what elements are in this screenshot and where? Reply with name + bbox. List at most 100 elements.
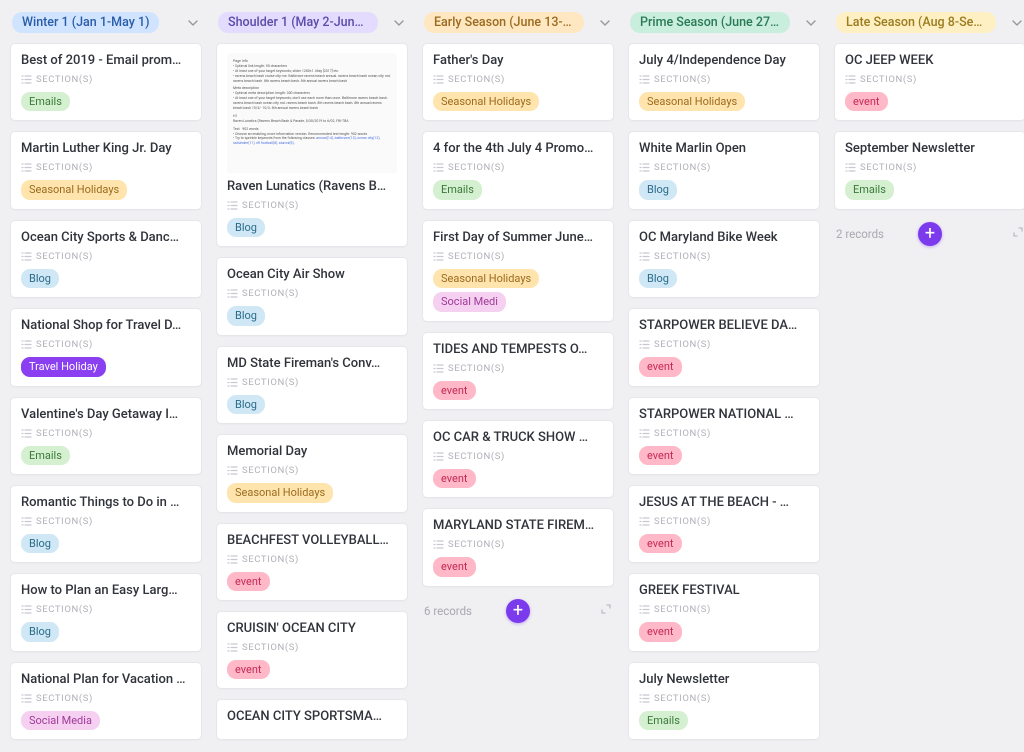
card-title: Memorial Day [227,444,397,459]
card[interactable]: Romantic Things to Do in …SECTION(S)Blog [10,485,202,563]
sections-label: SECTION(S) [639,693,809,704]
tag[interactable]: Blog [21,622,59,641]
card[interactable]: National Plan for Vacation …SECTION(S)So… [10,662,202,740]
tag[interactable]: Emails [21,92,70,111]
card[interactable]: National Shop for Travel D…SECTION(S)Tra… [10,308,202,386]
card[interactable]: OC CAR & TRUCK SHOW …SECTION(S)event [422,420,614,498]
column-title[interactable]: Winter 1 (Jan 1-May 1) [12,12,159,33]
card[interactable]: Page Info• Optimal link length: 55 chara… [216,43,408,247]
column-header[interactable]: Early Season (June 13-June… [422,12,614,33]
tag[interactable]: Emails [639,711,688,730]
column-header[interactable]: Late Season (Aug 8-Sept 4) [834,12,1024,33]
expand-icon[interactable] [1012,226,1024,241]
card[interactable]: TIDES AND TEMPESTS O…SECTION(S)event [422,332,614,410]
card-tags: event [639,534,809,553]
tag[interactable]: Blog [639,269,677,288]
list-icon [21,252,32,261]
card[interactable]: MARYLAND STATE FIREM…SECTION(S)event [422,508,614,586]
chevron-down-icon[interactable] [598,16,612,30]
sections-label: SECTION(S) [21,339,191,350]
tag[interactable]: Blog [639,180,677,199]
tag[interactable]: Travel Holiday [21,357,106,376]
card-title: OCEAN CITY SPORTSMA… [227,709,397,724]
card[interactable]: September NewsletterSECTION(S)Emails [834,131,1024,209]
card[interactable]: 4 for the 4th July 4 Promo…SECTION(S)Ema… [422,131,614,209]
tag[interactable]: Social Media [21,711,100,730]
tag[interactable]: event [433,381,476,400]
add-card-button[interactable]: + [506,599,530,623]
column-header[interactable]: Prime Season (June 27-Aug… [628,12,820,33]
tag[interactable]: event [227,572,270,591]
card[interactable]: OC Maryland Bike WeekSECTION(S)Blog [628,220,820,298]
tag[interactable]: Emails [21,446,70,465]
tag[interactable]: event [639,357,682,376]
card[interactable]: How to Plan an Easy Larg…SECTION(S)Blog [10,573,202,651]
card[interactable]: July 4/Independence DaySECTION(S)Seasona… [628,43,820,121]
card-tags: Emails [433,180,603,199]
tag[interactable]: event [639,446,682,465]
tag[interactable]: Emails [845,180,894,199]
sections-label: SECTION(S) [433,251,603,262]
expand-icon[interactable] [600,603,612,618]
list-icon [639,694,650,703]
column-title[interactable]: Prime Season (June 27-Aug… [630,12,790,33]
card[interactable]: Valentine's Day Getaway I…SECTION(S)Emai… [10,397,202,475]
column-title[interactable]: Late Season (Aug 8-Sept 4) [836,12,996,33]
card[interactable]: Father's DaySECTION(S)Seasonal Holidays [422,43,614,121]
tag[interactable]: Seasonal Holidays [639,92,745,111]
column-header[interactable]: Winter 1 (Jan 1-May 1) [10,12,202,33]
card[interactable]: BEACHFEST VOLLEYBALL…SECTION(S)event [216,523,408,601]
card-tags: event [433,469,603,488]
add-card-button[interactable]: + [918,222,942,246]
tag[interactable]: event [433,557,476,576]
tag[interactable]: Blog [227,395,265,414]
chevron-down-icon[interactable] [1010,16,1024,30]
card[interactable]: Martin Luther King Jr. DaySECTION(S)Seas… [10,131,202,209]
chevron-down-icon[interactable] [804,16,818,30]
tag[interactable]: event [639,622,682,641]
column-title[interactable]: Shoulder 1 (May 2-June 12) [218,12,378,33]
tag[interactable]: Blog [227,218,265,237]
tag[interactable]: Blog [227,306,265,325]
card-title: First Day of Summer June… [433,230,603,245]
tag[interactable]: Seasonal Holidays [433,92,539,111]
card[interactable]: GREEK FESTIVALSECTION(S)event [628,573,820,651]
card[interactable]: JESUS AT THE BEACH - …SECTION(S)event [628,485,820,563]
card-tags: Seasonal Holidays [227,483,397,502]
card[interactable]: STARPOWER NATIONAL …SECTION(S)event [628,397,820,475]
list-icon [433,540,444,549]
sections-label: SECTION(S) [21,693,191,704]
card[interactable]: OC JEEP WEEKSECTION(S)event [834,43,1024,121]
card[interactable]: Best of 2019 - Email prom…SECTION(S)Emai… [10,43,202,121]
card[interactable]: MD State Fireman's Conv…SECTION(S)Blog [216,346,408,424]
tag[interactable]: Seasonal Holidays [433,269,539,288]
tag[interactable]: event [227,660,270,679]
tag[interactable]: event [639,534,682,553]
tag[interactable]: Seasonal Holidays [21,180,127,199]
card-title: MARYLAND STATE FIREM… [433,518,603,533]
tag[interactable]: event [845,92,888,111]
card[interactable]: July NewsletterSECTION(S)Emails [628,662,820,740]
card[interactable]: OCEAN CITY SPORTSMA… [216,699,408,740]
chevron-down-icon[interactable] [392,16,406,30]
card[interactable]: CRUISIN' OCEAN CITYSECTION(S)event [216,611,408,689]
tag[interactable]: Blog [21,269,59,288]
tag[interactable]: Seasonal Holidays [227,483,333,502]
chevron-down-icon[interactable] [186,16,200,30]
card[interactable]: Ocean City Sports & Danc…SECTION(S)Blog [10,220,202,298]
tag[interactable]: Emails [433,180,482,199]
tag[interactable]: Blog [21,534,59,553]
list-icon [21,163,32,172]
tag[interactable]: Social Medi [433,292,506,311]
list-icon [639,252,650,261]
card[interactable]: Ocean City Air ShowSECTION(S)Blog [216,257,408,335]
card[interactable]: STARPOWER BELIEVE DA…SECTION(S)event [628,308,820,386]
tag[interactable]: event [433,469,476,488]
card[interactable]: Memorial DaySECTION(S)Seasonal Holidays [216,434,408,512]
column-title[interactable]: Early Season (June 13-June… [424,12,584,33]
card-tags: Emails [639,711,809,730]
card[interactable]: White Marlin OpenSECTION(S)Blog [628,131,820,209]
column-header[interactable]: Shoulder 1 (May 2-June 12) [216,12,408,33]
card[interactable]: First Day of Summer June… SECTION(S) Seaso… [422,220,614,322]
card-tags: Emails [21,92,191,111]
